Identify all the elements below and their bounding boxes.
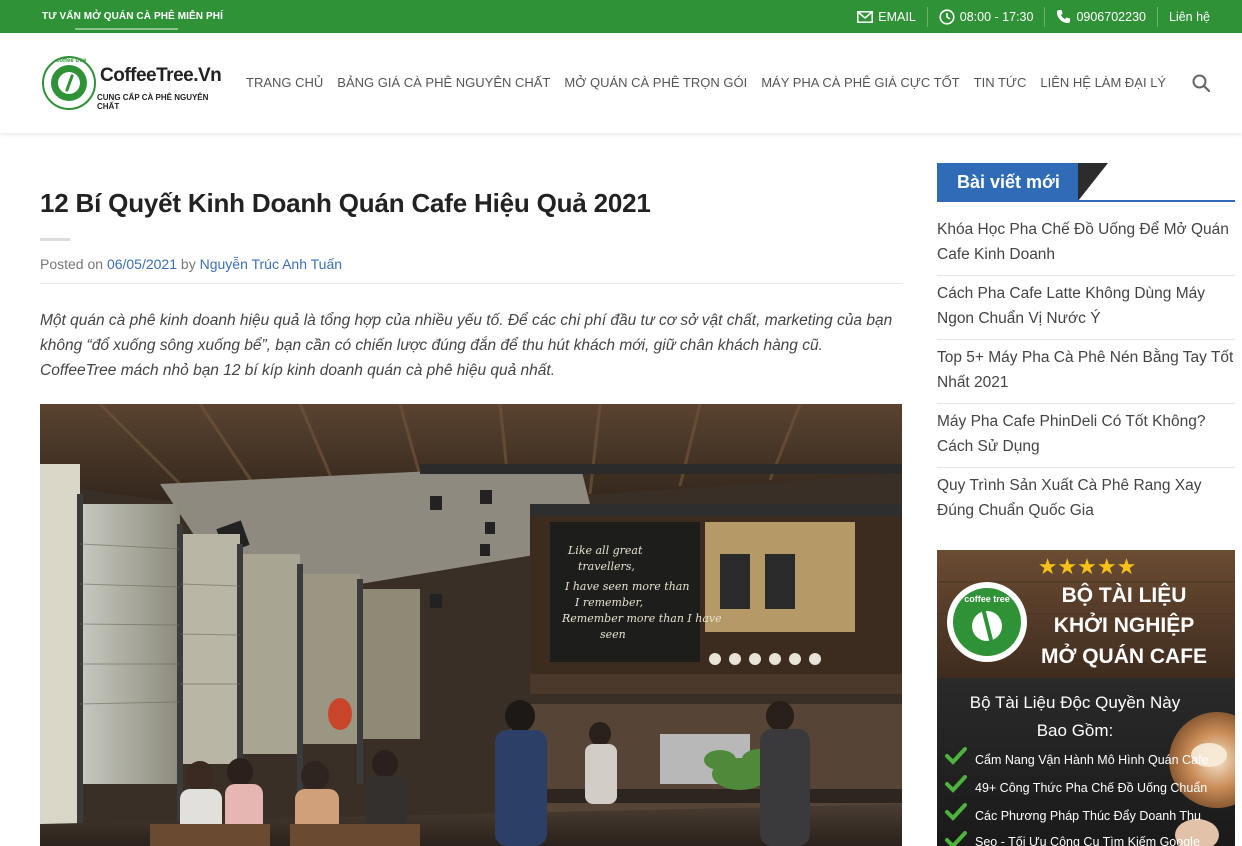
envelope-icon (857, 10, 874, 23)
nav-item-machines[interactable]: MÁY PHA CÀ PHÊ GIÁ CỰC TỐT (761, 75, 959, 90)
chalkboard-line: seen (600, 628, 626, 641)
author-link[interactable]: Nguyễn Trúc Anh Tuấn (200, 256, 342, 272)
banner-list-text: 49+ Công Thức Pha Chế Đồ Uống Chuẩn (975, 781, 1207, 795)
logo-tagline: CUNG CẤP CÀ PHÊ NGUYÊN CHẤT (97, 93, 209, 111)
chalkboard-line: I remember, (574, 596, 643, 609)
phone-link[interactable]: 0906702230 (1044, 6, 1157, 27)
chalkboard-line: Like all great (567, 544, 643, 557)
recent-posts-list: Khóa Học Pha Chế Đồ Uống Để Mở Quán Cafe… (937, 212, 1235, 531)
recent-post-link[interactable]: Top 5+ Máy Pha Cà Phê Nén Bằng Tay Tốt N… (937, 340, 1235, 404)
banner-logo-text: coffee tree (964, 594, 1010, 604)
meta-divider (40, 283, 902, 284)
banner-title-line: KHỞI NGHIỆP (1054, 613, 1194, 637)
widget-underline (937, 200, 1235, 202)
post-date-link[interactable]: 06/05/2021 (107, 256, 177, 272)
nav-item-price-list[interactable]: BẢNG GIÁ CÀ PHÊ NGUYÊN CHẤT (337, 75, 550, 90)
chalkboard-line: travellers, (578, 560, 635, 573)
email-label: EMAIL (878, 9, 916, 24)
by-label: by (177, 256, 200, 272)
widget-title: Bài viết mới (937, 163, 1078, 201)
recent-post-link[interactable]: Máy Pha Cafe PhinDeli Có Tốt Không? Cách… (937, 404, 1235, 468)
nav-item-home[interactable]: TRANG CHỦ (246, 75, 323, 90)
search-icon[interactable] (1192, 74, 1211, 97)
banner-list-item: Seo - Tối Ưu Công Cụ Tìm Kiếm Google (945, 831, 1200, 846)
rating-stars: ★★★★★ (1038, 555, 1137, 580)
nav-item-news[interactable]: TIN TỨC (974, 75, 1027, 90)
recent-post-link[interactable]: Cách Pha Cafe Latte Không Dùng Máy Ngon … (937, 276, 1235, 340)
article-hero-image: Like all great travellers, I have seen m… (40, 404, 902, 846)
article-title: 12 Bí Quyết Kinh Doanh Quán Cafe Hiệu Qu… (40, 188, 651, 218)
promo-underline (75, 28, 178, 30)
banner-logo: coffee tree (947, 582, 1027, 662)
banner-list-text: Các Phương Pháp Thúc Đẩy Doanh Thu (975, 809, 1201, 823)
banner-title-line: BỘ TÀI LIỆU (1062, 583, 1187, 607)
contact-label: Liên hệ (1168, 9, 1210, 24)
hours-info: 08:00 - 17:30 (926, 6, 1045, 27)
post-meta: Posted on 06/05/2021 by Nguyễn Trúc Anh … (40, 256, 342, 272)
banner-list-text: Seo - Tối Ưu Công Cụ Tìm Kiếm Google (975, 835, 1200, 846)
title-divider (40, 238, 70, 241)
chalkboard-line: I have seen more than (564, 580, 689, 593)
phone-number: 0906702230 (1076, 9, 1146, 24)
email-link[interactable]: EMAIL (846, 7, 927, 27)
widget-title-corner (1078, 163, 1108, 201)
article-intro: Một quán cà phê kinh doanh hiệu quả là t… (40, 312, 893, 379)
chalkboard-line: Remember more than I have (561, 612, 722, 625)
top-bar: TƯ VẤN MỞ QUÁN CÀ PHÊ MIỄN PHÍ EMAIL 08:… (0, 0, 1242, 33)
posted-on-label: Posted on (40, 256, 107, 272)
hours-text: 08:00 - 17:30 (959, 9, 1034, 24)
nav-item-dealer[interactable]: LIÊN HỆ LÀM ĐẠI LÝ (1040, 75, 1166, 90)
clock-icon (939, 8, 955, 25)
top-bar-contacts: EMAIL 08:00 - 17:30 0906702230 Liên hệ (846, 0, 1210, 33)
site-header: coffee tree CoffeeTree.Vn CUNG CẤP CÀ PH… (0, 33, 1242, 133)
banner-list-text: Cẩm Nang Vận Hành Mô Hình Quán Cafe (975, 753, 1209, 767)
banner-title-line: MỞ QUÁN CAFE (1041, 644, 1207, 668)
nav-item-open-cafe[interactable]: MỞ QUÁN CÀ PHÊ TRỌN GÓI (564, 75, 747, 90)
recent-post-link[interactable]: Khóa Học Pha Chế Đồ Uống Để Mở Quán Cafe… (937, 212, 1235, 276)
recent-post-link[interactable]: Quy Trình Sản Xuất Cà Phê Rang Xay Đúng … (937, 468, 1235, 531)
recent-posts-widget-header: Bài viết mới (937, 163, 1235, 203)
main-nav: TRANG CHỦ BẢNG GIÁ CÀ PHÊ NGUYÊN CHẤT MỞ… (246, 75, 1180, 90)
logo-emblem: coffee tree (42, 56, 96, 110)
contact-link[interactable]: Liên hệ (1156, 6, 1210, 27)
logo-ring-text: coffee tree (56, 58, 87, 64)
site-logo[interactable]: coffee tree CoffeeTree.Vn CUNG CẤP CÀ PH… (42, 55, 222, 111)
banner-subtitle-line: Bao Gồm: (1037, 721, 1114, 740)
phone-icon (1056, 9, 1071, 24)
startup-kit-banner[interactable]: coffee tree ★★★★★ BỘ TÀI LIỆU KHỞI NGHIỆ… (937, 550, 1235, 846)
banner-subtitle-line: Bộ Tài Liệu Độc Quyền Này (970, 693, 1181, 712)
logo-brand-name: CoffeeTree.Vn (100, 65, 222, 86)
free-consult-link[interactable]: TƯ VẤN MỞ QUÁN CÀ PHÊ MIỄN PHÍ (42, 11, 223, 22)
